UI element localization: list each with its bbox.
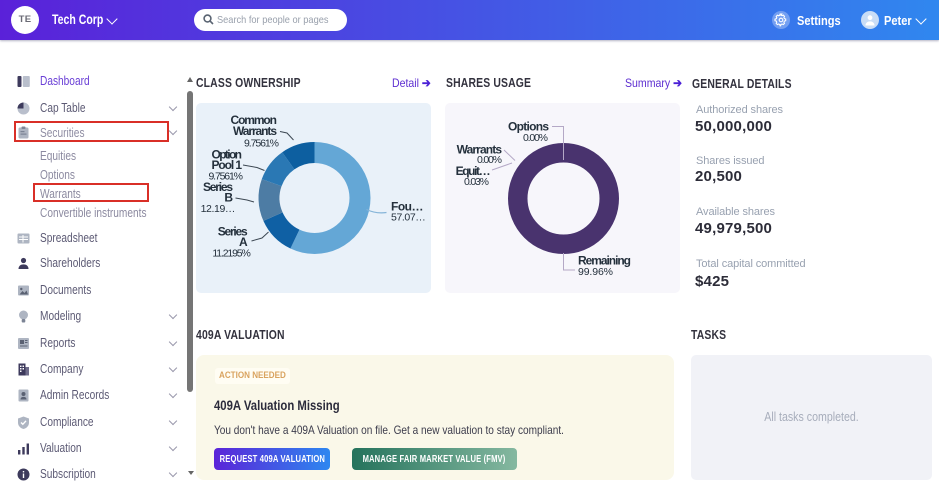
- svg-text:Warrants: Warrants: [233, 124, 277, 138]
- svg-text:9.7561%: 9.7561%: [244, 138, 279, 150]
- svg-text:11.2195%: 11.2195%: [212, 247, 250, 259]
- svg-text:0.00%: 0.00%: [477, 154, 502, 166]
- svg-text:0.03%: 0.03%: [464, 176, 489, 188]
- svg-text:57.07…: 57.07…: [391, 212, 425, 224]
- svg-text:99.96%: 99.96%: [578, 266, 613, 278]
- svg-text:12.19…: 12.19…: [201, 203, 235, 215]
- svg-text:0.00%: 0.00%: [523, 132, 548, 144]
- svg-text:9.7561%: 9.7561%: [209, 170, 244, 182]
